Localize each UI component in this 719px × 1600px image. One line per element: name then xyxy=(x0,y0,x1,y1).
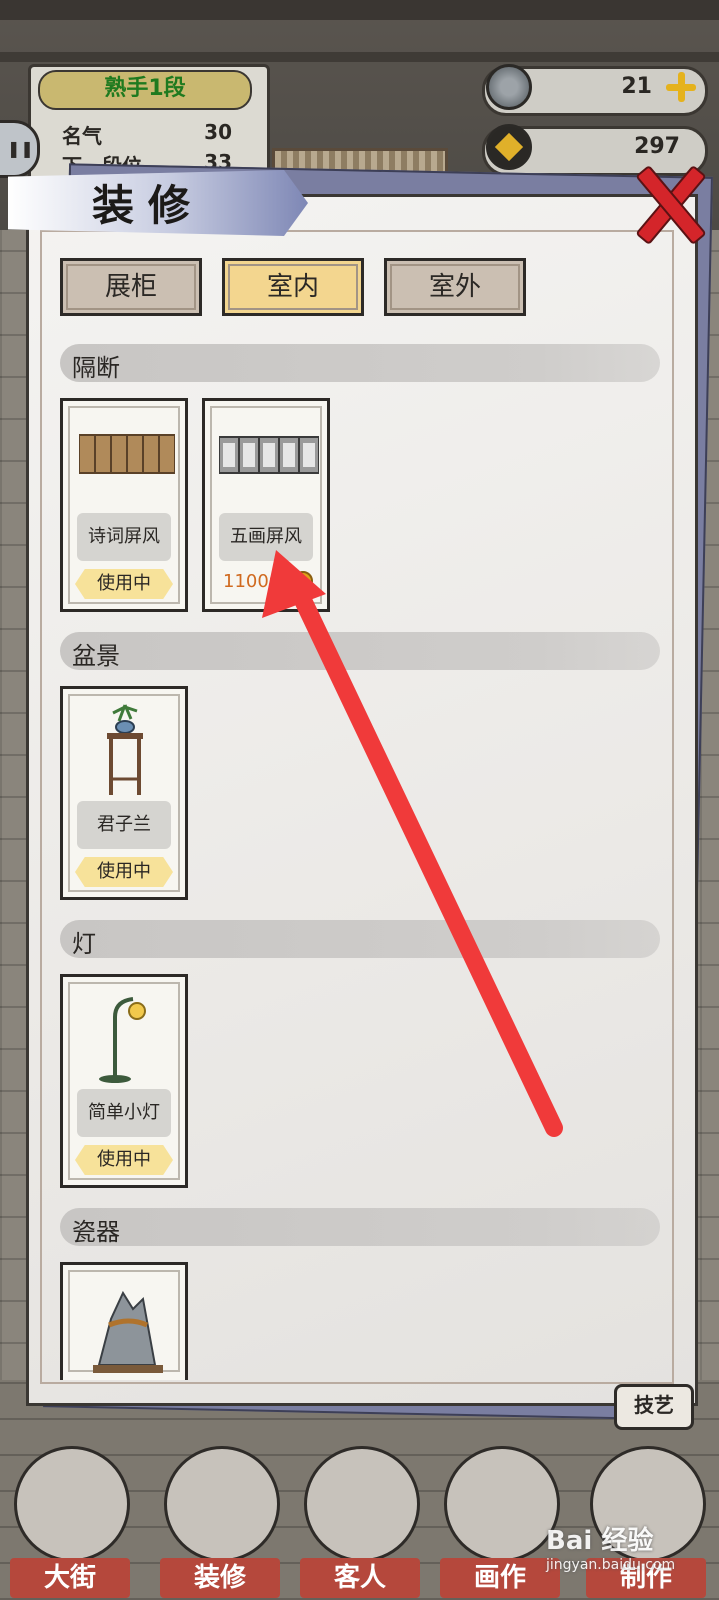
jade-value: 21 xyxy=(621,74,652,99)
add-currency-icon[interactable] xyxy=(664,70,698,104)
tab-display-case[interactable]: 展柜 xyxy=(60,258,202,316)
coin-icon xyxy=(293,571,313,591)
tab-indoor[interactable]: 室内 xyxy=(222,258,364,316)
nav-decorate[interactable]: 装修 xyxy=(160,1430,280,1600)
scroll-painting-icon xyxy=(444,1446,560,1562)
nav-paintings-label: 画作 xyxy=(440,1558,560,1598)
section-bar-lamp xyxy=(60,920,660,958)
rank-title: 熟手1段 xyxy=(38,70,252,110)
fame-stat: 名气 30 xyxy=(62,120,232,149)
section-bar-partition xyxy=(60,344,660,382)
item-name: 简单小灯 xyxy=(77,1089,171,1137)
item-name: 五画屏风 xyxy=(219,513,313,561)
in-use-badge: 使用中 xyxy=(75,857,173,887)
item-price: 11000 xyxy=(223,571,281,592)
in-use-badge: 使用中 xyxy=(75,1145,173,1175)
painted-screen-icon xyxy=(219,436,319,474)
item-card[interactable]: 诗词屏风 使用中 xyxy=(60,398,188,612)
item-name: 诗词屏风 xyxy=(77,513,171,561)
nav-paintings[interactable]: 画作 xyxy=(440,1430,560,1600)
rock-ornament-icon xyxy=(93,1290,163,1373)
in-use-badge: 使用中 xyxy=(75,569,173,599)
panel-title: 装修 xyxy=(92,181,205,230)
section-label-lamp: 灯 xyxy=(72,930,96,958)
watermark: Bai 经验 jingyan.baidu.com xyxy=(546,1520,675,1573)
section-bar-porcelain xyxy=(60,1208,660,1246)
coin-value: 297 xyxy=(634,134,680,159)
section-label-porcelain: 瓷器 xyxy=(72,1218,120,1246)
coin-icon xyxy=(486,124,532,170)
item-name: 君子兰 xyxy=(77,801,171,849)
blueprint-icon xyxy=(164,1446,280,1562)
ceiling-beam xyxy=(0,0,719,20)
close-icon[interactable] xyxy=(632,164,702,240)
section-bar-bonsai xyxy=(60,632,660,670)
street-gate-icon xyxy=(14,1446,130,1562)
item-card[interactable]: 简单小灯 使用中 xyxy=(60,974,188,1188)
item-card[interactable]: 五画屏风 11000 xyxy=(202,398,330,612)
item-card[interactable]: 君子兰 使用中 xyxy=(60,686,188,900)
section-label-partition: 隔断 xyxy=(72,354,120,382)
jade-swirl-icon xyxy=(486,64,532,110)
watermark-main: Bai 经验 xyxy=(546,1526,654,1556)
lamp-icon xyxy=(99,997,146,1083)
ceiling-beam xyxy=(0,52,719,62)
tab-outdoor[interactable]: 室外 xyxy=(384,258,526,316)
skill-button[interactable]: 技艺 xyxy=(614,1384,694,1430)
guest-avatar-icon xyxy=(304,1446,420,1562)
watermark-url: jingyan.baidu.com xyxy=(546,1557,676,1573)
section-label-bonsai: 盆景 xyxy=(72,642,120,670)
nav-decorate-label: 装修 xyxy=(160,1558,280,1598)
nav-guests[interactable]: 客人 xyxy=(300,1430,420,1600)
nav-street[interactable]: 大街 xyxy=(10,1430,130,1600)
fame-value: 30 xyxy=(204,120,232,144)
nav-make[interactable]: 制作 xyxy=(586,1430,706,1600)
nav-street-label: 大街 xyxy=(10,1558,130,1598)
dots-icon: ❚❚ xyxy=(7,139,34,158)
orchid-stand-icon xyxy=(107,704,143,795)
folding-screen-icon xyxy=(79,434,175,474)
item-card[interactable] xyxy=(60,1262,188,1380)
nav-guests-label: 客人 xyxy=(300,1558,420,1598)
fame-label: 名气 xyxy=(62,124,102,148)
